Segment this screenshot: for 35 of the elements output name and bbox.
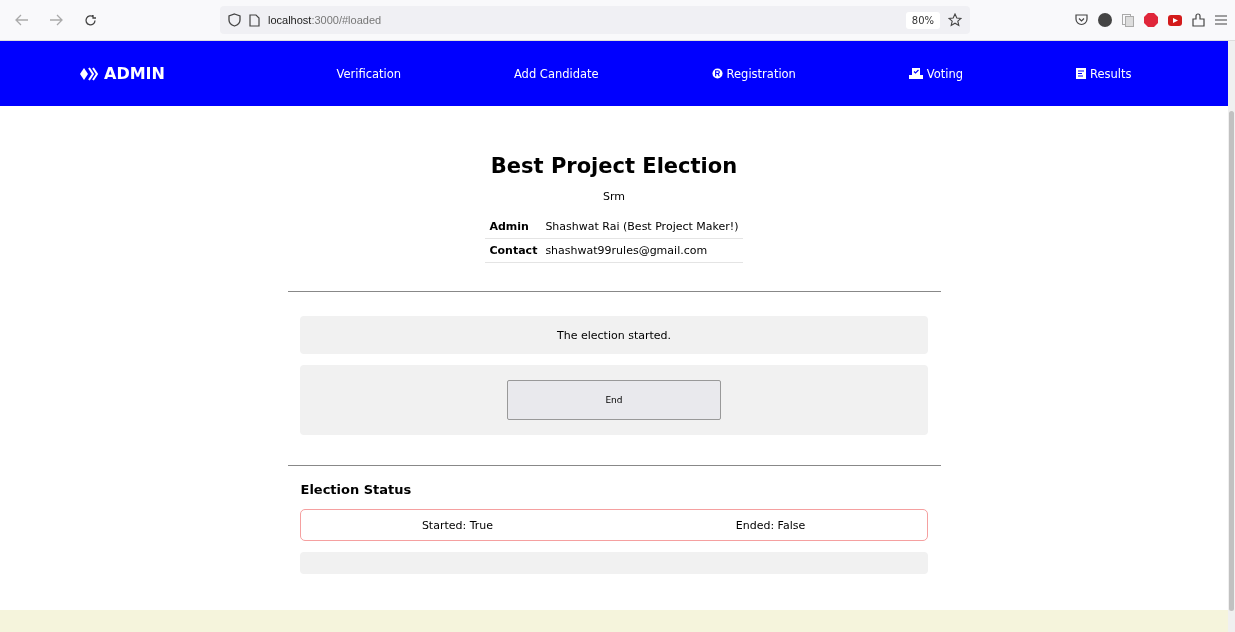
ballot-icon [908, 68, 923, 79]
status-text: Ended: False [734, 518, 807, 532]
document-icon [1076, 68, 1086, 79]
status-message: The election started. [300, 316, 928, 354]
extensions-icon[interactable] [1192, 13, 1205, 27]
zoom-level[interactable]: 80% [905, 11, 940, 29]
nav-link[interactable]: Voting [902, 65, 970, 82]
stop-sign-icon[interactable] [1144, 13, 1158, 27]
nav-link[interactable]: Add Candidate [507, 65, 605, 82]
detail-label: Admin [485, 215, 542, 239]
detail-value: shashwat99rules@gmail.com [541, 238, 743, 263]
menu-icon[interactable] [1215, 15, 1227, 25]
registered-icon [711, 68, 723, 79]
nav-link[interactable]: Verification [330, 65, 408, 82]
pocket-icon[interactable] [1075, 14, 1088, 26]
status-text: Started: True [420, 518, 495, 532]
url-text: localhost:3000/#loaded [268, 14, 383, 26]
organization-name: Srm [603, 190, 625, 203]
election-title: Best Project Election [490, 154, 738, 178]
end-button[interactable]: End [507, 380, 721, 420]
detail-value: Shashwat Rai (Best Project Maker!) [541, 215, 743, 239]
video-icon[interactable] [1168, 14, 1182, 26]
section-heading: Election Status [300, 482, 412, 497]
scrollbar[interactable] [1228, 41, 1235, 632]
address-bar[interactable]: localhost:3000/#loaded 80% [220, 6, 970, 34]
nav-link[interactable]: Results [1070, 65, 1138, 82]
detail-label: Contact [485, 238, 542, 263]
page-icon [249, 13, 260, 27]
diamond-chevrons-icon [80, 66, 98, 81]
shield-icon [228, 13, 241, 27]
star-icon[interactable] [948, 13, 962, 27]
brand-link[interactable]: ADMIN [80, 64, 280, 83]
profile-icon[interactable] [1098, 13, 1112, 27]
nav-link[interactable]: Registration [705, 65, 802, 82]
brand-text: ADMIN [104, 64, 165, 83]
